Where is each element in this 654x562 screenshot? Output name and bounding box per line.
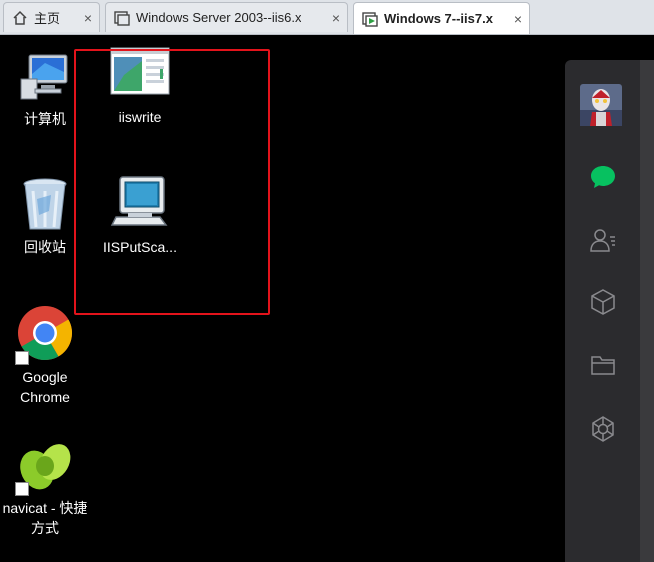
home-icon [13,10,27,25]
avatar[interactable] [580,84,622,126]
shortcut-arrow-icon [15,482,29,496]
tab-windows-server-2003-close-icon[interactable]: × [332,10,340,26]
desktop-icon-navicat[interactable]: navicat - 快捷方式 [0,436,90,538]
desktop: 计算机 回收站 Google Chrome navicat - 快捷方式 iis… [0,35,654,562]
highlight-box [74,49,270,315]
chat-icon[interactable] [586,160,620,194]
box-icon[interactable] [586,285,620,319]
vm-icon [114,10,130,26]
desktop-icon-google-chrome-label: Google Chrome [20,369,70,405]
chrome-icon [15,305,75,365]
tab-home[interactable]: 主页 × [3,2,100,32]
tab-bar: 主页 × Windows Server 2003--iis6.x × Windo… [0,0,654,35]
discover-icon[interactable] [586,412,620,446]
recycle-bin-icon [15,175,75,235]
tab-home-label: 主页 [34,11,61,26]
tab-windows-server-2003[interactable]: Windows Server 2003--iis6.x × [105,2,348,32]
computer-icon [15,47,75,107]
navicat-icon [15,436,75,496]
tab-windows-7[interactable]: Windows 7--iis7.x × [353,2,530,34]
desktop-icon-google-chrome[interactable]: Google Chrome [0,305,90,407]
shortcut-arrow-icon [15,351,29,365]
tab-windows-7-label: Windows 7--iis7.x [384,11,493,26]
side-panel-edge [640,60,654,562]
folder-icon[interactable] [586,348,620,382]
contacts-icon[interactable] [586,223,620,257]
vm-running-icon [362,11,378,27]
desktop-icon-navicat-label: navicat - 快捷方式 [2,500,88,536]
tab-home-close-icon[interactable]: × [84,10,92,26]
tab-windows-server-2003-label: Windows Server 2003--iis6.x [136,10,302,25]
tab-windows-7-close-icon[interactable]: × [514,11,522,27]
